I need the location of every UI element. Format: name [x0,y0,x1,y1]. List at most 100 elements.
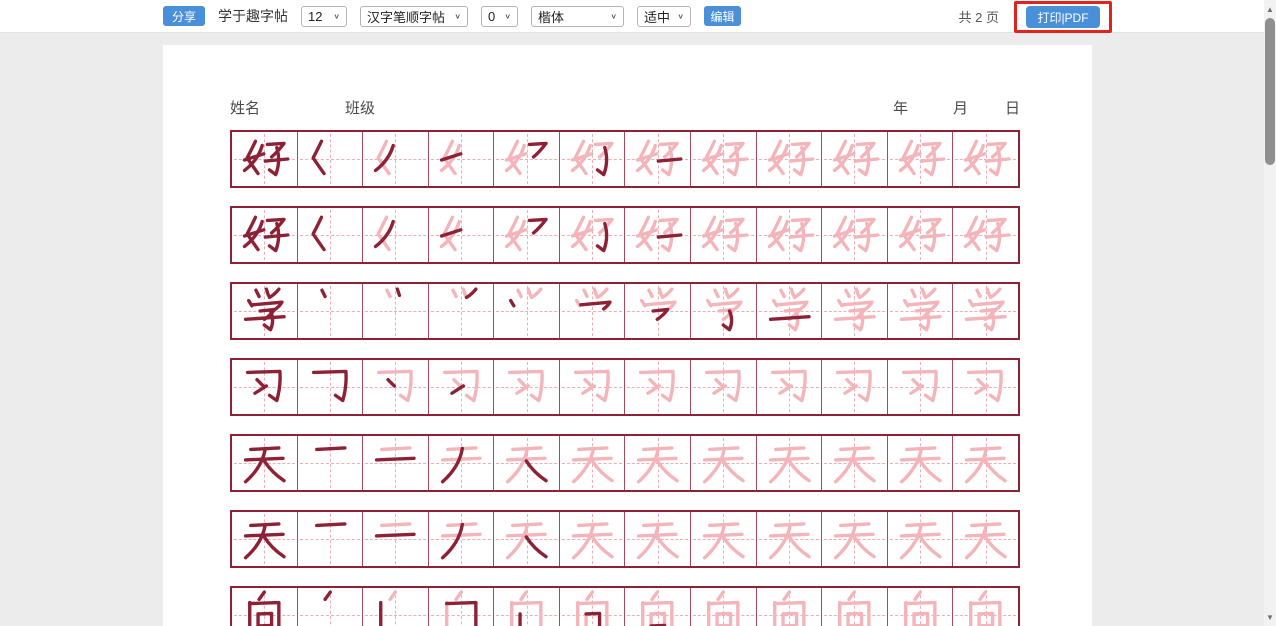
character-glyph [954,285,1017,337]
trace-character-cell [757,360,823,414]
edit-button[interactable]: 编辑 [704,6,741,26]
brand-title: 学于趣字帖 [218,6,288,26]
trace-character-cell [888,284,954,338]
trace-character-cell [560,512,626,566]
character-glyph [299,589,362,626]
density-select[interactable]: 适中 ∨ [637,6,691,27]
character-glyph [299,513,362,565]
character-glyph [626,513,689,565]
character-glyph [299,209,362,261]
stroke-step-cell [560,208,626,262]
character-row [230,510,1020,568]
stroke-step-cell [494,436,560,490]
chevron-down-icon: ∨ [333,12,340,21]
trace-character-cell [953,436,1018,490]
chevron-down-icon: ∨ [677,12,684,21]
character-glyph [758,133,821,185]
character-row [230,206,1020,264]
character-glyph [495,209,558,261]
character-glyph [430,513,493,565]
character-glyph [758,513,821,565]
character-glyph [889,437,952,489]
stroke-step-cell [298,360,364,414]
character-glyph [364,437,427,489]
character-row [230,586,1020,626]
character-glyph [758,209,821,261]
character-glyph [364,133,427,185]
vertical-scrollbar[interactable]: ▲ ▼ [1264,0,1276,626]
character-glyph [889,133,952,185]
character-glyph [954,437,1017,489]
stroke-step-cell [429,588,495,626]
stroke-step-cell [363,132,429,186]
stroke-step-cell [494,512,560,566]
character-glyph [364,361,427,413]
stroke-step-cell [363,588,429,626]
stroke-step-cell [429,436,495,490]
stroke-step-cell [625,208,691,262]
model-character-cell [232,512,298,566]
trace-character-cell [691,512,757,566]
annotation-rectangle: 打印|PDF [1014,1,1112,33]
character-glyph [299,133,362,185]
character-glyph [692,209,755,261]
character-glyph [758,361,821,413]
sheet-header: 姓名 班级 年 月 日 [230,97,1020,119]
trace-character-cell [691,208,757,262]
trace-character-cell [888,360,954,414]
trace-character-cell [888,436,954,490]
stroke-step-cell [560,588,626,626]
character-glyph [823,513,886,565]
stroke-step-cell [429,360,495,414]
scroll-up-icon[interactable]: ▲ [1264,2,1276,16]
character-glyph [954,361,1017,413]
trace-character-cell [757,132,823,186]
character-glyph [430,437,493,489]
font-size-select[interactable]: 12 ∨ [301,6,347,27]
character-glyph [889,285,952,337]
character-glyph [758,437,821,489]
model-character-cell [232,360,298,414]
trace-character-cell [953,132,1018,186]
print-pdf-button[interactable]: 打印|PDF [1026,6,1100,28]
character-glyph [495,437,558,489]
character-glyph [561,209,624,261]
character-glyph [692,589,755,626]
share-button[interactable]: 分享 [163,6,205,26]
character-glyph [692,361,755,413]
character-glyph [823,589,886,626]
character-glyph [233,285,296,337]
offset-select[interactable]: 0 ∨ [481,6,518,27]
trace-character-cell [888,588,954,626]
stroke-step-cell [625,588,691,626]
stroke-step-cell [298,132,364,186]
trace-character-cell [888,132,954,186]
character-glyph [823,437,886,489]
character-glyph [626,133,689,185]
character-glyph [561,513,624,565]
character-glyph [364,209,427,261]
character-glyph [364,513,427,565]
character-glyph [889,589,952,626]
font-select[interactable]: 楷体 ∨ [531,6,624,27]
character-glyph [823,133,886,185]
character-glyph [430,285,493,337]
trace-character-cell [822,132,888,186]
stroke-step-cell [494,588,560,626]
model-character-cell [232,132,298,186]
stroke-step-cell [560,132,626,186]
character-glyph [364,285,427,337]
stroke-step-cell [691,284,757,338]
scrollbar-thumb[interactable] [1265,18,1275,165]
character-glyph [299,437,362,489]
stroke-step-cell [363,512,429,566]
character-glyph [889,361,952,413]
trace-character-cell [953,512,1018,566]
character-glyph [626,361,689,413]
character-glyph [495,133,558,185]
stroke-step-cell [363,360,429,414]
character-glyph [626,589,689,626]
character-glyph [495,513,558,565]
template-type-select[interactable]: 汉字笔顺字帖 ∨ [360,6,468,27]
scroll-down-icon[interactable]: ▼ [1264,610,1276,624]
